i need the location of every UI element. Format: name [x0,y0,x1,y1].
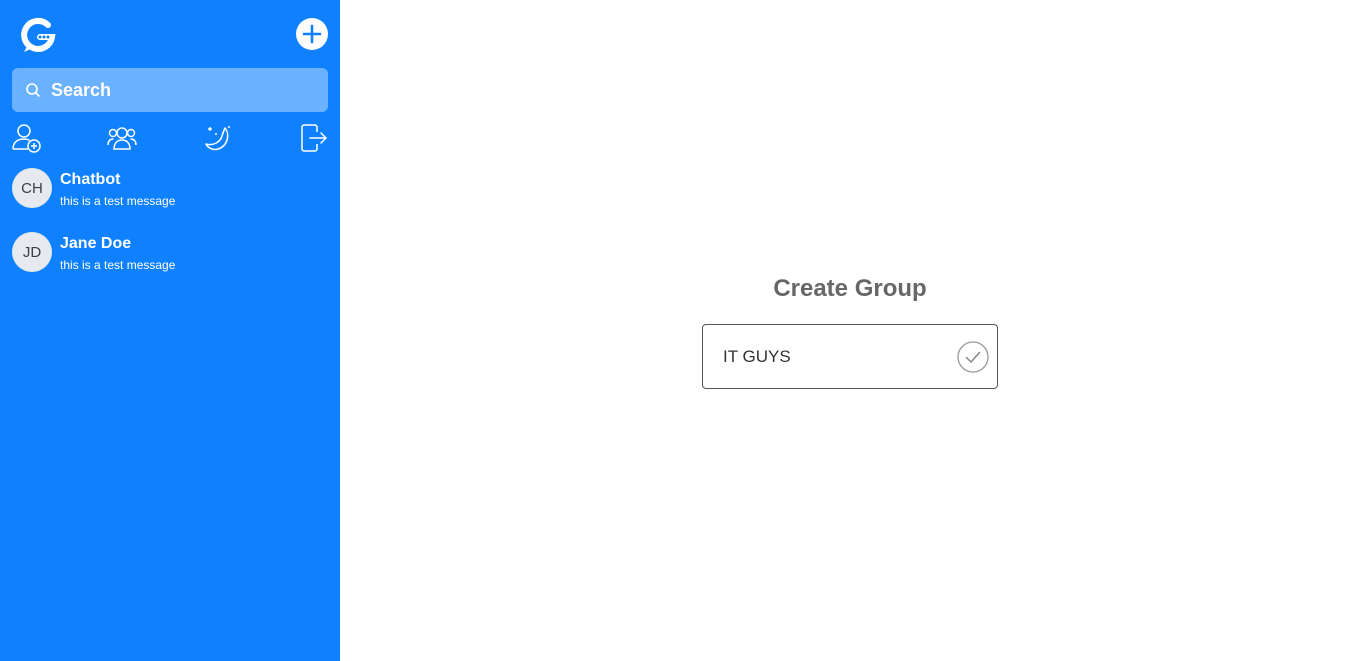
avatar: JD [12,232,52,272]
search-icon [26,83,40,97]
chat-name: Jane Doe [60,235,132,252]
create-group-button[interactable] [106,122,138,154]
page-title: Create Group [773,275,927,302]
logout-button[interactable] [298,122,330,154]
logout-icon [301,124,327,152]
chat-item-chatbot[interactable]: CH Chatbot this is a test message [0,166,340,230]
search-input[interactable] [51,79,311,101]
chat-preview: this is a test message [60,258,176,272]
app-logo-icon [18,15,58,55]
group-name-field [702,324,998,389]
add-contact-button[interactable] [10,122,42,154]
group-name-input[interactable] [723,345,943,369]
chat-list: CH Chatbot this is a test message JD Jan… [0,166,340,294]
new-chat-button[interactable] [296,18,328,50]
plus-icon [302,24,322,44]
add-contact-icon [12,124,41,153]
search-bar[interactable] [12,68,328,112]
confirm-button[interactable] [957,341,989,373]
night-mode-icon [205,126,230,151]
sidebar: CH Chatbot this is a test message JD Jan… [0,0,340,661]
chat-name: Chatbot [60,171,121,188]
chat-item-jane-doe[interactable]: JD Jane Doe this is a test message [0,230,340,294]
night-mode-button[interactable] [202,122,234,154]
check-icon [957,341,989,373]
main-panel: Create Group [340,0,1360,661]
chat-preview: this is a test message [60,194,176,208]
avatar: CH [12,168,52,208]
group-icon [107,127,137,150]
sidebar-toolbar [0,122,340,154]
